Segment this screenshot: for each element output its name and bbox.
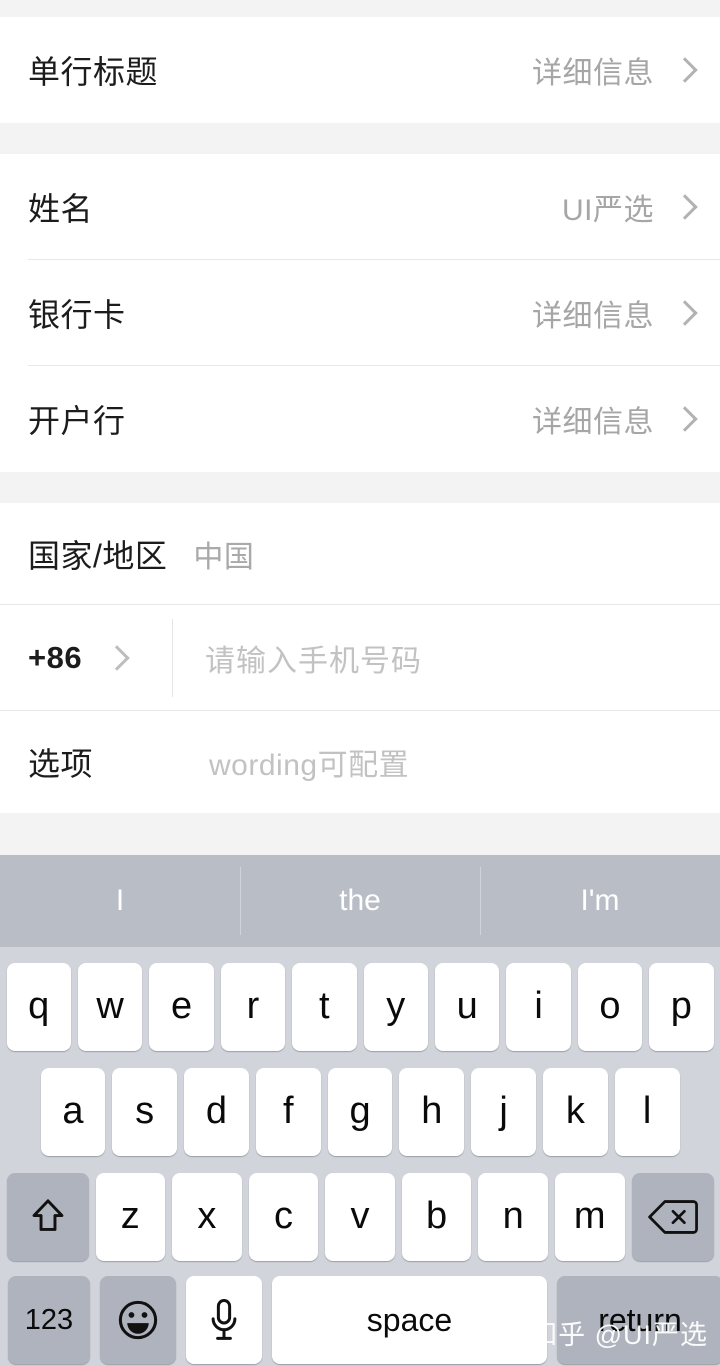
key-n[interactable]: n [478,1173,548,1261]
row-phone-number: +86 请输入手机号码 [0,605,720,711]
chevron-right-icon [672,194,698,220]
microphone-key[interactable] [186,1276,262,1364]
key-x[interactable]: x [172,1173,242,1261]
cell-divider [172,619,173,697]
row-name[interactable]: 姓名 UI严选 [0,154,720,260]
row-label: 单行标题 [28,47,158,93]
suggestion-bar: I the I'm [0,855,720,947]
row-label: 姓名 [28,184,93,230]
keyboard-row-2: a s d f g h j k l [0,1064,720,1159]
chevron-right-icon [672,57,698,83]
key-r[interactable]: r [221,963,285,1051]
row-label: 国家/地区 [28,531,167,577]
space-key[interactable]: space [272,1276,547,1364]
shift-icon [26,1195,70,1239]
chevron-right-icon [672,406,698,432]
header-section: 单行标题 详细信息 [0,17,720,123]
row-value: 详细信息 [532,291,654,335]
key-q[interactable]: q [7,963,71,1051]
row-label: 银行卡 [28,290,126,336]
keyboard-rows: q w e r t y u i o p a s d f g h j k l [0,947,720,1366]
suggestion-item[interactable]: the [240,855,480,947]
key-y[interactable]: y [364,963,428,1051]
country-code-label: +86 [28,640,82,676]
key-o[interactable]: o [578,963,642,1051]
row-bank-branch[interactable]: 开户行 详细信息 [0,366,720,472]
return-key[interactable]: return [557,1276,720,1364]
keyboard: I the I'm q w e r t y u i o p a s d f [0,855,720,1366]
key-z[interactable]: z [96,1173,166,1261]
option-placeholder: wording可配置 [209,740,409,784]
phone-input-cell[interactable]: 请输入手机号码 [173,605,720,711]
form-area: 单行标题 详细信息 姓名 UI严选 银行卡 详细信息 [0,0,720,855]
keyboard-row-3: z x c v b n m [0,1169,720,1264]
section-gap-3 [0,813,720,855]
key-d[interactable]: d [184,1068,249,1156]
row-label: 开户行 [28,396,126,442]
row-value: UI严选 [562,185,654,229]
key-h[interactable]: h [399,1068,464,1156]
suggestion-item[interactable]: I'm [480,855,720,947]
keyboard-row-4: 123 space ret [0,1274,720,1366]
suggestion-item[interactable]: I [0,855,240,947]
country-code-selector[interactable]: +86 [0,605,173,711]
key-e[interactable]: e [149,963,213,1051]
key-v[interactable]: v [325,1173,395,1261]
key-w[interactable]: w [78,963,142,1051]
key-l[interactable]: l [615,1068,680,1156]
key-a[interactable]: a [41,1068,106,1156]
key-u[interactable]: u [435,963,499,1051]
key-i[interactable]: i [506,963,570,1051]
shift-key[interactable] [7,1173,89,1261]
chevron-right-icon [672,300,698,326]
key-c[interactable]: c [249,1173,319,1261]
row-bank-card[interactable]: 银行卡 详细信息 [0,260,720,366]
emoji-icon [115,1297,161,1343]
key-s[interactable]: s [112,1068,177,1156]
row-option[interactable]: 选项 wording可配置 [0,711,720,813]
key-g[interactable]: g [328,1068,393,1156]
status-gap [0,0,720,17]
delete-key[interactable] [632,1173,714,1261]
key-t[interactable]: t [292,963,356,1051]
key-m[interactable]: m [555,1173,625,1261]
section-gap-1 [0,123,720,154]
chevron-right-icon [104,645,130,671]
row-value: 详细信息 [532,397,654,441]
phone-input-placeholder: 请输入手机号码 [205,636,422,680]
contact-section: 国家/地区 中国 +86 请输入手机号码 选项 wording可配置 [0,503,720,813]
row-title[interactable]: 单行标题 详细信息 [0,17,720,123]
microphone-icon [209,1297,239,1343]
phone-screen: 单行标题 详细信息 姓名 UI严选 银行卡 详细信息 [0,0,720,1366]
key-j[interactable]: j [471,1068,536,1156]
keyboard-row-1: q w e r t y u i o p [0,959,720,1054]
row-value: 详细信息 [532,48,654,92]
section-gap-2 [0,472,720,503]
delete-icon [647,1197,699,1237]
account-section: 姓名 UI严选 银行卡 详细信息 开户行 详细信息 [0,154,720,472]
key-k[interactable]: k [543,1068,608,1156]
key-p[interactable]: p [649,963,713,1051]
key-b[interactable]: b [402,1173,472,1261]
country-value: 中国 [193,532,254,576]
row-label: 选项 [28,739,93,785]
row-country-region[interactable]: 国家/地区 中国 [0,503,720,605]
key-f[interactable]: f [256,1068,321,1156]
numeric-key[interactable]: 123 [8,1276,90,1364]
emoji-key[interactable] [100,1276,176,1364]
